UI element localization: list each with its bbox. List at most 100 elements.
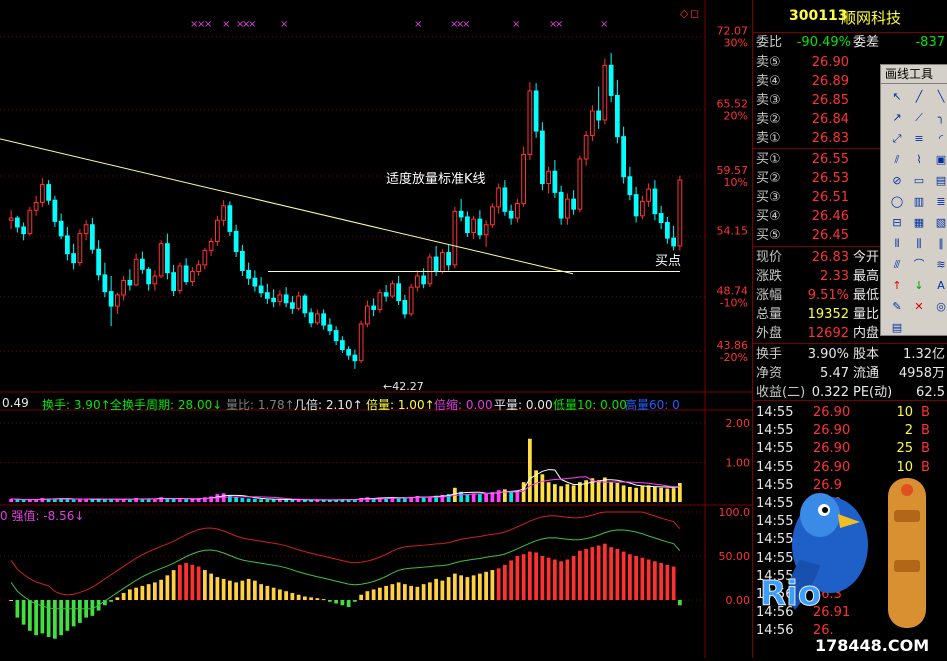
text-tool-icon[interactable]: A [933,278,947,294]
trade-side: B [921,423,930,439]
drawing-tools-title: 画线工具 [881,65,947,84]
arc-tool-icon[interactable]: ╮ [933,110,947,126]
candle-body [383,292,389,297]
oscillator-bar [234,582,238,600]
parallel-lines-icon[interactable]: ∥ [933,236,947,252]
quote-stat-label2: 今开 [853,250,880,265]
ray-tool-icon[interactable]: ╲ [933,89,947,105]
order-diff-value: -837 [915,35,945,50]
candle-body [115,294,120,307]
down-arrow-icon[interactable]: ↓ [911,278,927,294]
wave-tool-icon[interactable]: ⦀ [889,236,905,252]
restore-icon[interactable]: ◻ [690,7,699,20]
chart-area[interactable]: 72.07 30% 65.52 20% 59.57 10% 54.15 48.74 -10% 43… [0,0,752,658]
parallel-tool-icon[interactable]: ⤢ [889,131,905,147]
ask-label: 卖① [756,131,781,146]
channel-tool-icon[interactable]: ≡ [911,131,927,147]
oscillator-bar [171,570,176,600]
level-tool-icon[interactable]: ⊟ [889,215,905,231]
period-tool-icon[interactable]: ▥ [911,194,927,210]
volume-tick-label: 1.00 [726,456,751,469]
quote-stat-value: 19352 [807,307,849,322]
candle-body [21,226,26,235]
candle-body [46,184,51,201]
band-tool-icon[interactable]: ⫼ [911,236,927,252]
signal-marker: × [555,19,563,30]
candle-body [146,268,151,285]
oscillator-bar [553,559,557,600]
wave-line-icon[interactable]: ≋ [933,257,947,273]
pct-tick-label: -20% [720,351,748,364]
candle-body [96,248,101,276]
pattern-tool-icon[interactable]: ▦ [911,215,927,231]
candle-body [265,292,270,299]
list-tool-icon[interactable]: ▤ [889,320,905,336]
oscillator-bar [46,600,51,637]
candle-body [315,313,320,324]
rect-tool-icon[interactable]: ▣ [933,152,947,168]
ask-label: 卖③ [756,93,781,108]
segment-tool-icon[interactable]: ⟋ [911,110,927,126]
candle-body [402,300,408,315]
ask-price: 26.85 [811,93,849,108]
kline-chart[interactable]: 72.0730%65.5220%59.5710%54.1548.74-10%43… [0,0,752,658]
volume-bar [146,499,151,502]
fib-tool-icon[interactable]: ≣ [933,194,947,210]
candle-body [177,265,183,291]
delete-tool-icon[interactable]: ✕ [911,299,927,315]
candle-body [221,205,226,221]
candle-body [171,272,176,291]
volume-bar [28,500,32,502]
oscillator-bar [115,597,120,600]
candle-body [590,110,595,137]
bid-price: 26.46 [811,209,849,224]
oscillator-bar [490,570,495,600]
grid-tool-icon[interactable]: ▤ [933,173,947,189]
fan-tool-icon[interactable]: ⫽ [889,152,905,168]
volume-bar [521,482,526,502]
arrow-tool-icon[interactable]: ↗ [889,110,905,126]
arc-line-icon[interactable]: ⌒ [911,257,927,273]
fund-stat-label2: 股本 [853,347,880,362]
target-tool-icon[interactable]: ◎ [933,299,947,315]
oscillator-bar [359,594,363,600]
speed-line-icon[interactable]: ⫻ [889,257,905,273]
oscillator-bar [59,600,63,636]
candle-body [215,219,220,242]
indicator-item: 量比: 1.78↑ [226,398,295,412]
oscillator-bar [596,545,601,600]
diamond-icon[interactable]: ◇ [680,7,689,20]
pointer-icon[interactable]: ↖ [889,89,905,105]
oscillator-bar [78,600,82,623]
blank-tool-icon[interactable] [911,320,927,336]
circle-tool-icon[interactable]: ⊘ [889,173,905,189]
trade-row: 14:55 26.90 25 B [753,440,947,458]
line-tool-icon[interactable]: ╱ [911,89,927,105]
quote-stat-value: 2.33 [820,269,849,284]
candle-body [496,187,501,208]
curve-tool-icon[interactable]: ◜ [933,131,947,147]
cycle-tool-icon[interactable]: ▧ [933,215,947,231]
candle-body [271,297,276,303]
bid-label: 买③ [756,190,781,205]
volume-bar [659,487,663,502]
oscillator-bar [271,587,276,600]
drawing-tools-palette[interactable]: 画线工具 ↖ ╱ ╲ ↗ ⟋ ╮ ⤢ ≡ ◜ ⫽ ⌇ ▣ ⊘ ▭ ▤ ◯ ▥ ≣ ⊟ ▦ ▧ ⦀ ⫼ ∥ ⫻ ⌒ ≋ ↑ ↓ A ✎ ✕ ◎ ▤ [880,64,947,336]
candle-body [240,250,245,271]
gann-tool-icon[interactable]: ⌇ [911,152,927,168]
up-arrow-icon[interactable]: ↑ [889,278,905,294]
trade-time: 14:55 [756,405,794,420]
volume-tick-label: 2.00 [726,417,751,430]
box-tool-icon[interactable]: ▭ [911,173,927,189]
candle-body [133,258,139,286]
oscillator-bar [621,551,626,600]
oscillator-bar [153,582,157,600]
volume-bar [253,498,257,502]
indicator-item: 几倍: 2.10↑ [294,398,363,412]
oscillator-bar [628,554,632,600]
pen-tool-icon[interactable]: ✎ [889,299,905,315]
blank-tool-icon[interactable] [933,320,947,336]
volume-bar [621,485,626,502]
ellipse-tool-icon[interactable]: ◯ [889,194,905,210]
oscillator-bar [53,600,57,639]
